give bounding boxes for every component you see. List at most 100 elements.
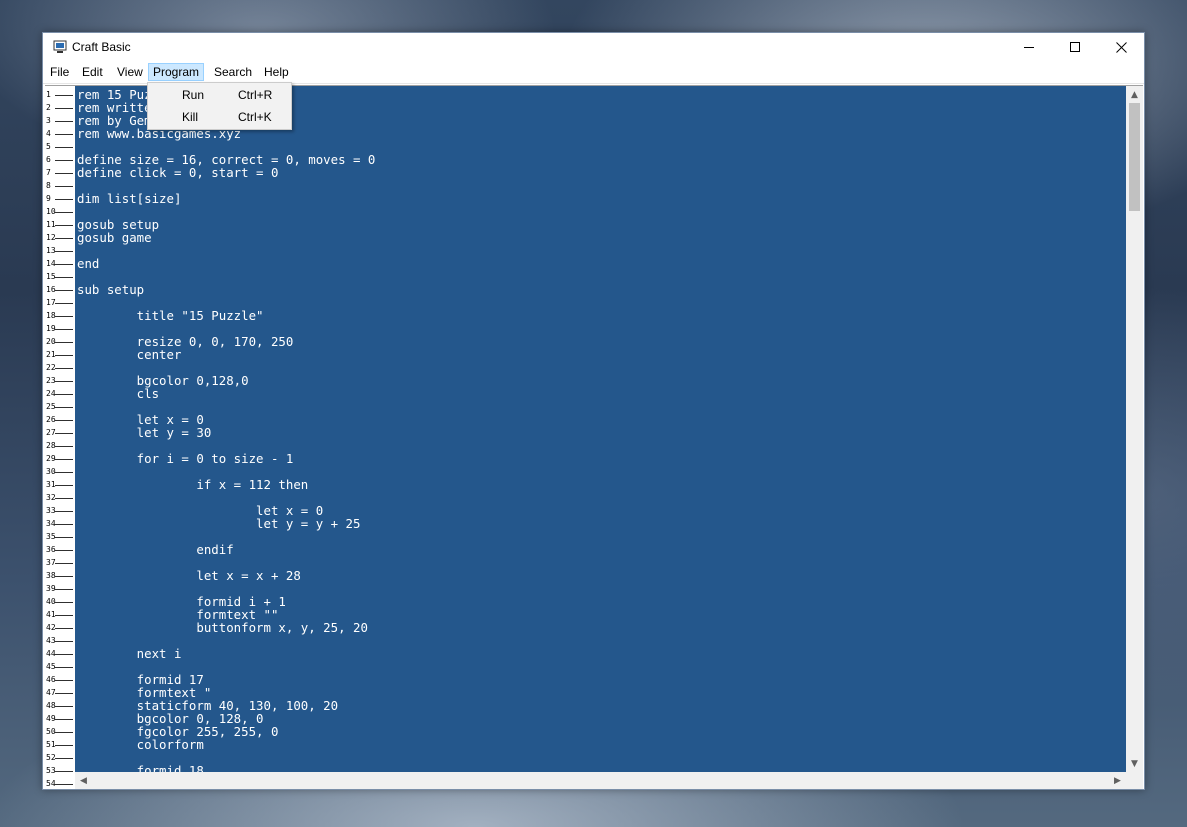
code-line: formid 18 — [77, 763, 204, 772]
vertical-scrollbar[interactable]: ▲ ▼ — [1126, 86, 1143, 772]
line-number-leader — [55, 654, 73, 655]
code-line: buttonform x, y, 25, 20 — [77, 620, 368, 635]
menu-view[interactable]: View — [113, 63, 147, 81]
line-number-leader — [55, 524, 73, 525]
line-number: 43 — [45, 634, 75, 647]
code-line: for i = 0 to size - 1 — [77, 451, 294, 466]
line-number-leader — [55, 758, 73, 759]
line-number: 38 — [45, 569, 75, 582]
menu-program[interactable]: Program — [148, 63, 205, 81]
line-number-leader — [55, 615, 73, 616]
code-text-area[interactable]: rem 15 Puzzlerem written in Craft Basicr… — [75, 86, 1126, 772]
line-number-leader — [55, 316, 73, 317]
line-number-leader — [55, 745, 73, 746]
horizontal-scrollbar[interactable]: ◀ ▶ — [75, 772, 1126, 789]
line-number: 50 — [45, 725, 75, 738]
menu-item-kill-label: Kill — [182, 110, 199, 124]
line-number: 45 — [45, 660, 75, 673]
line-number-label: 6 — [46, 155, 51, 164]
line-number-leader — [55, 511, 73, 512]
line-number-leader — [55, 602, 73, 603]
line-number: 35 — [45, 530, 75, 543]
line-number-leader — [55, 368, 73, 369]
line-number-leader — [55, 589, 73, 590]
line-number: 2 — [45, 101, 75, 114]
code-line: end — [77, 256, 100, 271]
line-number: 31 — [45, 478, 75, 491]
line-number-leader — [55, 173, 73, 174]
minimize-button[interactable] — [1006, 33, 1052, 61]
line-number: 11 — [45, 218, 75, 231]
line-number: 18 — [45, 309, 75, 322]
line-number: 51 — [45, 738, 75, 751]
maximize-icon — [1070, 42, 1080, 52]
line-number-leader — [55, 537, 73, 538]
code-line: center — [77, 347, 182, 362]
line-number-label: 2 — [46, 103, 51, 112]
menu-help[interactable]: Help — [260, 63, 293, 81]
line-number-leader — [55, 576, 73, 577]
maximize-button[interactable] — [1052, 33, 1098, 61]
line-number: 48 — [45, 699, 75, 712]
line-number-leader — [55, 355, 73, 356]
scroll-up-icon[interactable]: ▲ — [1126, 86, 1143, 103]
line-number-leader — [55, 342, 73, 343]
line-number: 15 — [45, 270, 75, 283]
close-icon — [1115, 41, 1127, 53]
line-number: 17 — [45, 296, 75, 309]
line-number-leader — [55, 667, 73, 668]
line-number: 21 — [45, 348, 75, 361]
vertical-scroll-thumb[interactable] — [1129, 103, 1140, 211]
line-number-leader — [55, 303, 73, 304]
line-number: 22 — [45, 361, 75, 374]
line-number-label: 7 — [46, 168, 51, 177]
line-number: 1 — [45, 88, 75, 101]
line-number-leader — [55, 95, 73, 96]
scroll-left-icon[interactable]: ◀ — [75, 772, 92, 789]
line-number-leader — [55, 199, 73, 200]
code-line: gosub game — [77, 230, 152, 245]
line-number: 6 — [45, 153, 75, 166]
menu-file[interactable]: File — [46, 63, 73, 81]
menu-edit[interactable]: Edit — [78, 63, 107, 81]
line-number: 4 — [45, 127, 75, 140]
scroll-corner — [1126, 772, 1143, 789]
code-line: title "15 Puzzle" — [77, 308, 264, 323]
code-line: define click = 0, start = 0 — [77, 165, 279, 180]
line-number-label: 5 — [46, 142, 51, 151]
line-number: 30 — [45, 465, 75, 478]
line-number: 10 — [45, 205, 75, 218]
line-number-leader — [55, 160, 73, 161]
line-number: 25 — [45, 400, 75, 413]
line-number: 41 — [45, 608, 75, 621]
line-number-leader — [55, 290, 73, 291]
line-number-leader — [55, 459, 73, 460]
menu-item-kill[interactable]: Kill Ctrl+K — [149, 106, 290, 128]
line-number-leader — [55, 251, 73, 252]
menu-item-run[interactable]: Run Ctrl+R — [149, 84, 290, 106]
line-number-leader — [55, 784, 73, 785]
scroll-down-icon[interactable]: ▼ — [1126, 755, 1143, 772]
line-number: 27 — [45, 426, 75, 439]
code-line: sub setup — [77, 282, 145, 297]
menu-item-run-shortcut: Ctrl+R — [238, 88, 273, 102]
line-number: 54 — [45, 777, 75, 789]
line-number: 44 — [45, 647, 75, 660]
line-number-leader — [55, 394, 73, 395]
title-bar[interactable]: Craft Basic — [43, 33, 1144, 61]
code-line: cls — [77, 386, 160, 401]
line-number: 52 — [45, 751, 75, 764]
line-number-leader — [55, 121, 73, 122]
menu-search[interactable]: Search — [210, 63, 256, 81]
line-number-label: 1 — [46, 90, 51, 99]
code-editor[interactable]: 1 2 3 4 5 6 7 8 9 10 11 12 13 14 15 16 17 18 19 20 21 22 23 24 2… — [45, 85, 1143, 789]
line-number: 34 — [45, 517, 75, 530]
line-number-label: 3 — [46, 116, 51, 125]
menu-item-run-label: Run — [182, 88, 205, 102]
line-number: 33 — [45, 504, 75, 517]
program-menu-dropdown: Run Ctrl+R Kill Ctrl+K — [147, 82, 292, 130]
line-number-leader — [55, 264, 73, 265]
line-number-leader — [55, 680, 73, 681]
scroll-right-icon[interactable]: ▶ — [1109, 772, 1126, 789]
close-button[interactable] — [1098, 33, 1144, 61]
